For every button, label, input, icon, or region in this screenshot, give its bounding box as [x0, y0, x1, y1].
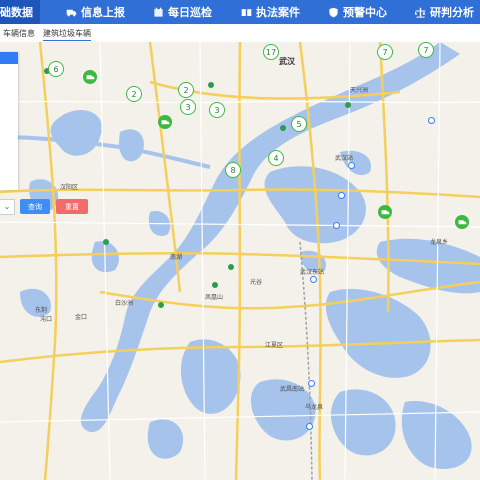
vehicle-cluster-marker[interactable]: 5 [291, 116, 307, 132]
poi-icon [103, 239, 109, 245]
vehicle-marker[interactable] [378, 205, 392, 219]
map-label: 汉阳区 [60, 184, 79, 191]
tab-label: 预警中心 [343, 6, 387, 19]
map-label: 金口 [75, 314, 88, 321]
poi-icon [208, 82, 214, 88]
map-label: 武汉站 [335, 155, 354, 162]
map-label: 沌口 [40, 316, 53, 323]
metro-station-icon [333, 222, 340, 229]
truck-icon [458, 219, 466, 224]
tab-label: 执法案件 [256, 6, 300, 19]
poi-icon [345, 102, 351, 108]
metro-station-icon [308, 380, 315, 387]
book-icon [241, 8, 252, 16]
vehicle-cluster-marker[interactable]: 7 [377, 44, 393, 60]
vehicle-cluster-marker[interactable]: 17 [263, 44, 279, 60]
breadcrumb-vehicle-info[interactable]: 车辆信息 [3, 28, 35, 39]
shield-icon [329, 7, 338, 17]
top-navigation: 础数据 信息上报 每日巡检 执法案件 预警中心 研判分析 [0, 0, 480, 24]
map-label: 凤凰山 [205, 294, 224, 301]
vehicle-list-panel[interactable] [0, 52, 18, 190]
vehicle-cluster-marker[interactable]: 6 [48, 61, 64, 77]
map-label: 南湖 [170, 254, 183, 261]
vehicle-marker[interactable] [158, 115, 172, 129]
filter-select[interactable]: ⌄ [0, 199, 15, 215]
calendar-icon [154, 7, 163, 17]
map-view[interactable]: 武汉 武汉站 天兴洲 武汉东站 龙泉乡 光谷 凤凰山 汉阳区 沌口 江夏区 南湖… [0, 42, 480, 480]
poi-icon [212, 282, 218, 288]
vehicle-cluster-marker[interactable]: 8 [225, 162, 241, 178]
tab-label: 础数据 [0, 6, 33, 19]
map-label: 龙泉乡 [430, 239, 449, 246]
breadcrumb: 车辆信息 建筑垃圾车辆 [0, 24, 480, 43]
metro-station-icon [338, 192, 345, 199]
tab-info-report[interactable]: 信息上报 [66, 0, 125, 24]
map-label: 武昌南站 [280, 386, 305, 393]
map-label: 武汉 [279, 57, 295, 66]
tab-daily-inspection[interactable]: 每日巡检 [153, 0, 212, 24]
map-canvas[interactable] [0, 42, 480, 480]
tab-analysis[interactable]: 研判分析 [415, 0, 474, 24]
poi-icon [228, 264, 234, 270]
metro-station-icon [428, 117, 435, 124]
tab-label: 研判分析 [430, 6, 474, 19]
tab-basic-data[interactable]: 础数据 [0, 0, 40, 24]
metro-station-icon [348, 162, 355, 169]
panel-header [0, 52, 18, 64]
tab-label: 信息上报 [81, 6, 125, 19]
tab-enforcement-cases[interactable]: 执法案件 [241, 0, 300, 24]
chevron-down-icon: ⌄ [3, 202, 11, 211]
truck-icon [86, 74, 94, 79]
vehicle-marker[interactable] [455, 215, 469, 229]
metro-station-icon [310, 276, 317, 283]
vehicle-cluster-marker[interactable]: 4 [268, 150, 284, 166]
map-label: 光谷 [250, 279, 263, 286]
map-label: 白沙洲 [115, 300, 134, 307]
map-label: 东荆 [35, 307, 48, 314]
query-button[interactable]: 查询 [20, 199, 50, 214]
poi-icon [280, 125, 286, 131]
scale-icon [415, 7, 426, 18]
map-label: 天兴洲 [350, 87, 369, 94]
breadcrumb-construction-waste-vehicles[interactable]: 建筑垃圾车辆 [43, 28, 91, 41]
truck-icon [66, 9, 77, 16]
map-label: 江夏区 [265, 342, 284, 349]
tab-warning-center[interactable]: 预警中心 [328, 0, 387, 24]
vehicle-cluster-marker[interactable]: 3 [209, 102, 225, 118]
vehicle-cluster-marker[interactable]: 7 [418, 42, 434, 58]
vehicle-cluster-marker[interactable]: 3 [180, 99, 196, 115]
map-label: 乌龙泉 [305, 404, 324, 411]
vehicle-marker[interactable] [83, 70, 97, 84]
poi-icon [158, 302, 164, 308]
vehicle-cluster-marker[interactable]: 2 [178, 82, 194, 98]
reset-button[interactable]: 重置 [56, 199, 88, 214]
vehicle-cluster-marker[interactable]: 2 [126, 86, 142, 102]
truck-icon [381, 209, 389, 214]
metro-station-icon [306, 423, 313, 430]
truck-icon [161, 119, 169, 124]
map-label: 武汉东站 [300, 269, 325, 276]
tab-label: 每日巡检 [168, 6, 212, 19]
